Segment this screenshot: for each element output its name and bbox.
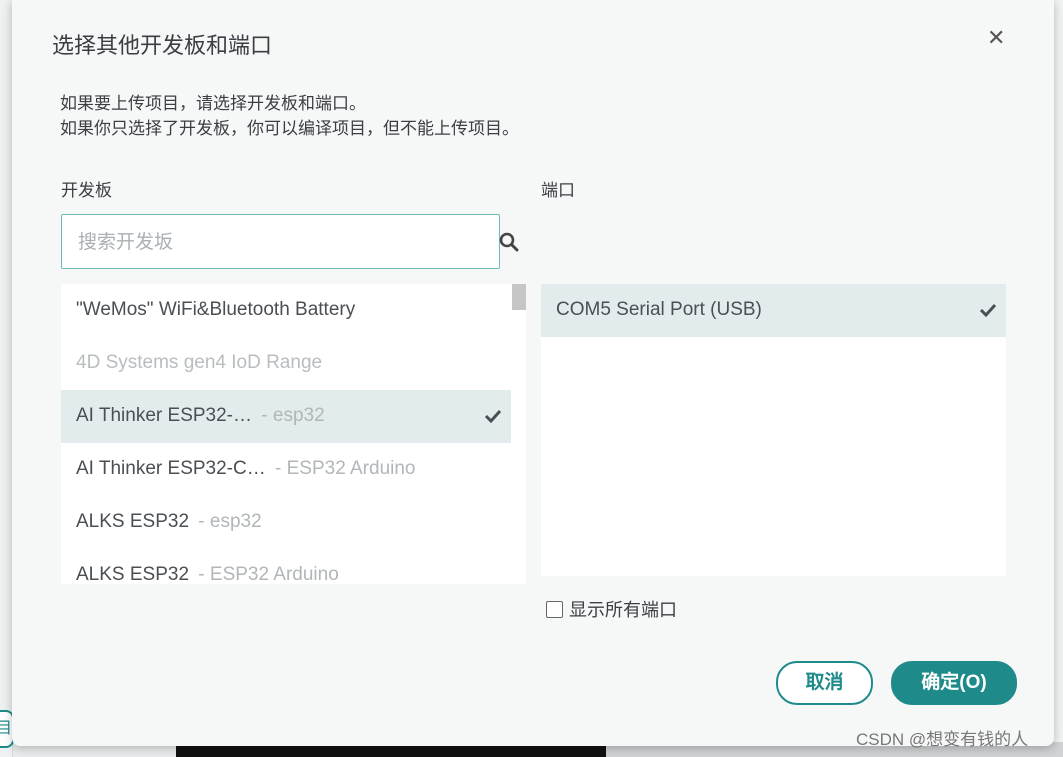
dialog-title: 选择其他开发板和端口 bbox=[52, 33, 273, 58]
ports-label: 端口 bbox=[541, 181, 575, 200]
search-icon[interactable] bbox=[499, 232, 519, 252]
show-all-ports-checkbox[interactable] bbox=[546, 600, 563, 618]
board-list[interactable]: "WeMos" WiFi&Bluetooth Battery 4D System… bbox=[61, 284, 526, 584]
board-list-item[interactable]: ALKS ESP32 - ESP32 Arduino bbox=[61, 549, 511, 584]
board-list-scrollbar[interactable] bbox=[511, 284, 526, 584]
close-icon[interactable]: ✕ bbox=[987, 26, 1005, 50]
select-board-port-dialog: 选择其他开发板和端口 ✕ 如果要上传项目，请选择开发板和端口。 如果你只选择了开… bbox=[12, 0, 1054, 746]
board-list-item-selected[interactable]: AI Thinker ESP32-… - esp32 bbox=[61, 390, 511, 443]
board-search-box bbox=[61, 214, 500, 270]
board-list-item[interactable]: ALKS ESP32 - esp32 bbox=[61, 496, 511, 549]
description-line-1: 如果要上传项目，请选择开发板和端口。 bbox=[60, 94, 366, 113]
scrollbar-thumb[interactable] bbox=[512, 284, 526, 310]
board-list-item[interactable]: 4D Systems gen4 IoD Range bbox=[61, 337, 511, 390]
dialog-description: 如果要上传项目，请选择开发板和端口。 如果你只选择了开发板，你可以编译项目，但不… bbox=[60, 91, 519, 141]
checkmark-icon bbox=[979, 303, 997, 317]
checkmark-icon bbox=[484, 409, 502, 423]
cancel-button[interactable]: 取消 bbox=[776, 661, 873, 705]
watermark: CSDN @想变有钱的人 bbox=[856, 730, 1029, 749]
show-all-ports-option[interactable]: 显示所有端口 bbox=[546, 596, 677, 622]
ok-button[interactable]: 确定(O) bbox=[891, 661, 1017, 705]
description-line-2: 如果你只选择了开发板，你可以编译项目，但不能上传项目。 bbox=[60, 119, 519, 138]
boards-label: 开发板 bbox=[61, 181, 112, 200]
board-list-item[interactable]: AI Thinker ESP32-C… - ESP32 Arduino bbox=[61, 443, 511, 496]
port-list[interactable]: COM5 Serial Port (USB) bbox=[541, 284, 1006, 576]
port-list-item-selected[interactable]: COM5 Serial Port (USB) bbox=[541, 284, 1006, 337]
show-all-ports-label: 显示所有端口 bbox=[569, 600, 677, 620]
board-list-item[interactable]: "WeMos" WiFi&Bluetooth Battery bbox=[61, 284, 511, 337]
board-search-input[interactable] bbox=[76, 215, 490, 270]
